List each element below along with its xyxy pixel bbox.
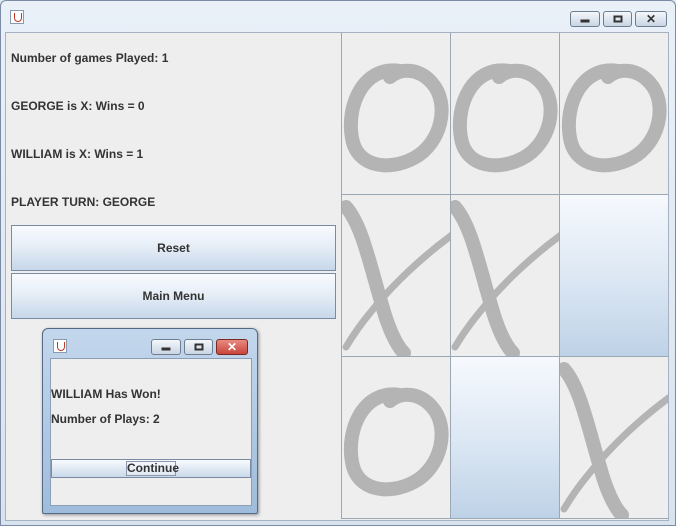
minimize-button[interactable] xyxy=(570,11,600,27)
board-cell-8[interactable] xyxy=(451,357,559,518)
board-cell-6[interactable] xyxy=(560,195,668,356)
dialog-content: WILLIAM Has Won! Number of Plays: 2 Cont… xyxy=(50,358,252,506)
maximize-icon xyxy=(613,15,622,23)
main-menu-button[interactable]: Main Menu xyxy=(11,273,336,319)
minimize-icon xyxy=(161,347,171,351)
x-mark-icon xyxy=(560,362,668,518)
x-mark-icon xyxy=(451,200,559,356)
o-mark-icon xyxy=(343,387,449,497)
minimize-icon xyxy=(580,19,590,23)
dialog-minimize-button[interactable] xyxy=(151,339,181,355)
board-cell-4[interactable] xyxy=(342,195,450,356)
player2-wins-label: WILLIAM is X: Wins = 1 xyxy=(11,147,144,161)
dialog-close-button[interactable]: ✕ xyxy=(216,339,248,355)
win-dialog: ✕ WILLIAM Has Won! Number of Plays: 2 Co… xyxy=(42,328,258,514)
board-cell-3[interactable] xyxy=(560,33,668,194)
close-icon: ✕ xyxy=(645,12,657,26)
game-board xyxy=(341,33,668,519)
maximize-button[interactable] xyxy=(603,11,632,27)
x-mark-icon xyxy=(342,200,450,356)
close-icon: ✕ xyxy=(226,340,238,354)
reset-button[interactable]: Reset xyxy=(11,225,336,271)
o-mark-icon xyxy=(452,63,558,173)
continue-button-row: Continue xyxy=(51,459,251,478)
board-cell-5[interactable] xyxy=(451,195,559,356)
board-cell-7[interactable] xyxy=(342,357,450,518)
board-cell-9[interactable] xyxy=(560,357,668,518)
board-cell-1[interactable] xyxy=(342,33,450,194)
o-mark-icon xyxy=(343,63,449,173)
o-mark-icon xyxy=(561,63,667,173)
win-message: WILLIAM Has Won! xyxy=(51,387,161,401)
games-played-label: Number of games Played: 1 xyxy=(11,51,169,65)
board-cell-2[interactable] xyxy=(451,33,559,194)
java-icon xyxy=(53,339,67,353)
dialog-maximize-button[interactable] xyxy=(184,339,213,355)
player-turn-label: PLAYER TURN: GEORGE xyxy=(11,195,156,209)
java-icon xyxy=(10,10,24,24)
player1-wins-label: GEORGE is X: Wins = 0 xyxy=(11,99,145,113)
close-button[interactable]: ✕ xyxy=(635,11,667,27)
maximize-icon xyxy=(194,343,203,351)
plays-count-label: Number of Plays: 2 xyxy=(51,412,160,426)
main-titlebar[interactable]: ✕ xyxy=(1,1,676,32)
continue-button[interactable]: Continue xyxy=(126,461,179,476)
